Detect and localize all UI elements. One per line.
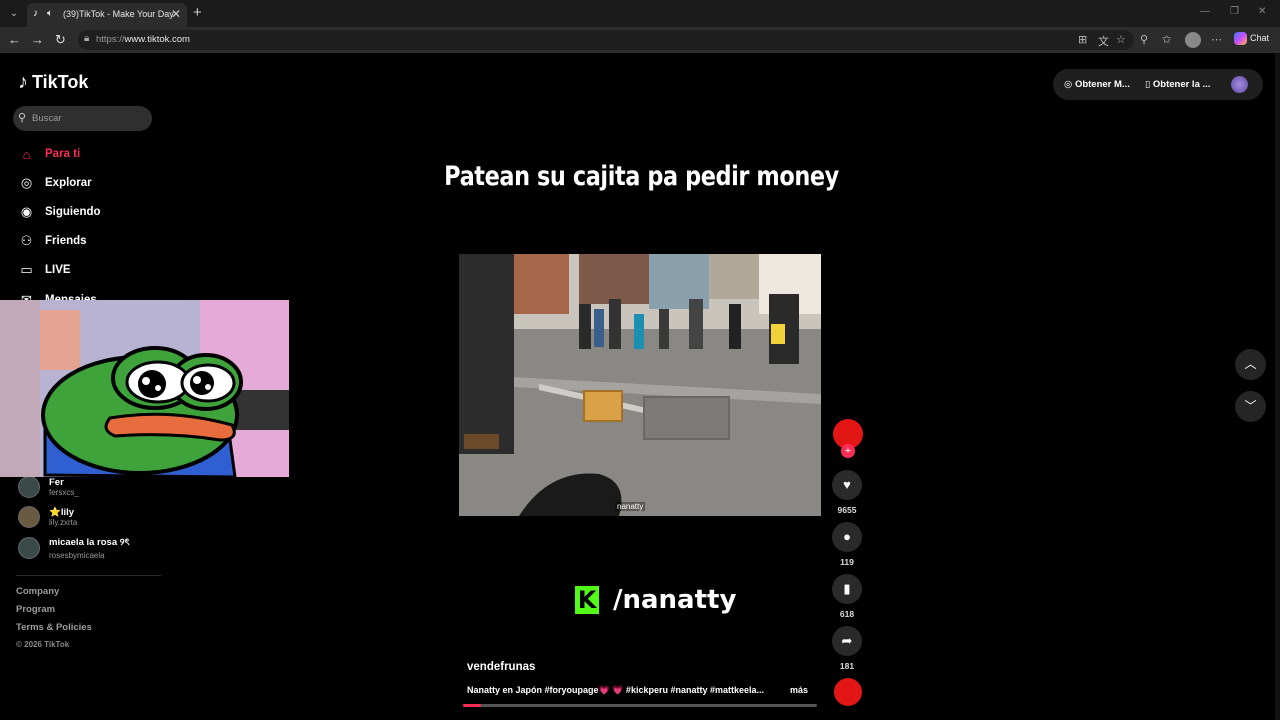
webcam-overlay [0,300,289,477]
video-frame [459,254,821,516]
tiktok-logo[interactable]: ♪ TikTok [18,71,88,94]
top-actions: ◎ Obtener M... ▯ Obtener la ... [1053,69,1263,100]
video-watermark: nanatty [615,502,646,511]
copilot-chat-button[interactable]: Chat [1234,32,1269,45]
minimize-icon[interactable]: — [1200,6,1210,17]
restore-icon[interactable]: ❐ [1230,6,1239,17]
forward-icon[interactable]: → [31,32,44,47]
sidebar-item-label: Para ti [45,148,81,160]
following-icon: ◉ [20,204,33,219]
app-available-icon[interactable]: ⊞ [1078,33,1087,46]
logo-text: TikTok [32,72,89,92]
close-window-icon[interactable]: ✕ [1258,6,1266,17]
new-tab-icon[interactable]: + [193,4,202,21]
url-text: https://www.tiktok.com [96,34,190,45]
profile-avatar[interactable] [1231,76,1248,93]
friends-icon: ⚇ [20,233,33,248]
share-count: 181 [839,661,855,671]
footer-link-program[interactable]: Program [16,604,55,615]
favorites-icon[interactable]: ✩ [1162,33,1171,46]
browser-tab-bar: ⌄ ♪ 🔈︎ (39)TikTok - Make Your Day ✕ + — … [0,0,1280,27]
live-icon: ▭ [20,262,33,277]
like-count: 9655 [837,505,857,515]
tiktok-page: ♪ TikTok ⚲ ⌂ Para ti ◎ Explorar ◉ Siguie… [0,53,1275,720]
followed-user[interactable]: micaela la rosa ୨ৎ rosesbymicaela [18,536,130,560]
more-menu-icon[interactable]: ⋯ [1211,33,1222,46]
user-name: ⭐lily [49,507,75,518]
save-count: 618 [839,609,855,619]
user-name: Fer [49,477,64,488]
next-video-chevron-down-icon[interactable]: ﹀ [1235,391,1266,422]
user-handle: rosesbymicaela [49,551,105,560]
sidebar-item-label: Friends [45,235,87,247]
user-name: micaela la rosa ୨ৎ [49,537,130,548]
search-input[interactable] [32,110,147,127]
comment-count: 119 [840,557,854,567]
copyright-text: © 2026 TikTok [16,640,70,649]
kick-handle: /nanatty [613,585,737,615]
home-icon: ⌂ [22,146,31,162]
address-bar[interactable]: 🔒︎ https://www.tiktok.com ⊞ 文 ☆ [78,30,1134,50]
tab-title: (39)TikTok - Make Your Day [63,9,174,19]
previous-video-chevron-up-icon[interactable]: ︿ [1235,349,1266,380]
search-box: ⚲ [13,106,152,131]
sidebar-item-label: Explorar [45,177,92,189]
back-icon[interactable]: ← [8,32,21,47]
sidebar-item-explorar[interactable]: ◎ Explorar [18,172,92,194]
followed-user[interactable]: Fer fersxcs_ [18,476,79,498]
compass-icon: ◎ [20,175,33,190]
reload-icon[interactable]: ↻ [55,32,66,48]
video-progress-bar[interactable] [463,704,817,707]
avatar [18,537,40,559]
kick-logo-icon: K [575,586,599,614]
footer-link-company[interactable]: Company [16,586,59,597]
avatar [18,506,40,528]
frog-avatar-icon [0,300,289,477]
site-info-icon[interactable]: 🔒︎ [84,33,89,44]
sidebar-divider [16,575,161,576]
sidebar-item-para-ti[interactable]: ⌂ Para ti [18,143,81,165]
kick-branding: K /nanatty [575,585,736,615]
footer-link-terms[interactable]: Terms & Policies [16,622,92,633]
video-player[interactable] [459,254,821,516]
caption-more-link[interactable]: más [790,685,808,695]
sidebar-item-friends[interactable]: ⚇ Friends [18,230,87,252]
video-caption: Nanatty en Japón #foryoupage💗 💗 #kickper… [467,685,765,695]
close-tab-icon[interactable]: ✕ [171,7,181,21]
search-icon[interactable]: ⚲ [18,111,26,124]
tiktok-favicon-icon: ♪ [33,8,38,19]
avatar [18,476,40,498]
get-app-button[interactable]: ▯ Obtener la ... [1145,79,1210,90]
translate-icon[interactable]: 文 [1098,33,1109,49]
user-handle: fersxcs_ [49,488,79,497]
tiktok-note-icon: ♪ [18,71,28,93]
copilot-icon [1234,32,1247,45]
page-scrollbar[interactable] [1275,53,1280,720]
like-heart-icon[interactable]: ♥ [832,470,862,500]
sidebar-item-label: LIVE [45,264,71,276]
extensions-icon[interactable]: ⚲ [1140,33,1148,46]
bookmark-icon[interactable]: ▮ [832,574,862,604]
comment-icon[interactable]: ● [832,522,862,552]
tab-list-chevron-icon[interactable]: ⌄ [5,5,23,22]
video-progress-fill [463,704,481,707]
sidebar-item-label: Siguiendo [45,206,101,218]
sidebar-item-live[interactable]: ▭ LIVE [18,259,71,281]
video-title-overlay: Patean su cajita pa pedir money [444,161,839,192]
speaker-icon[interactable]: 🔈︎ [47,8,59,20]
sidebar-item-siguiendo[interactable]: ◉ Siguiendo [18,201,101,223]
share-arrow-icon[interactable]: ➦ [832,626,862,656]
profile-avatar[interactable] [1185,32,1201,48]
video-author[interactable]: vendefrunas [467,661,535,673]
followed-user[interactable]: ⭐lily lily.zxrta [18,506,77,528]
music-disc-icon[interactable] [834,678,862,706]
follow-plus-icon[interactable]: + [841,444,855,458]
browser-toolbar: ← → ↻ 🔒︎ https://www.tiktok.com ⊞ 文 ☆ ⚲ … [0,27,1280,53]
get-coins-button[interactable]: ◎ Obtener M... [1064,79,1130,90]
favorite-star-icon[interactable]: ☆ [1116,33,1126,46]
user-handle: lily.zxrta [49,518,78,527]
browser-tab[interactable]: ♪ 🔈︎ (39)TikTok - Make Your Day ✕ [27,3,187,27]
